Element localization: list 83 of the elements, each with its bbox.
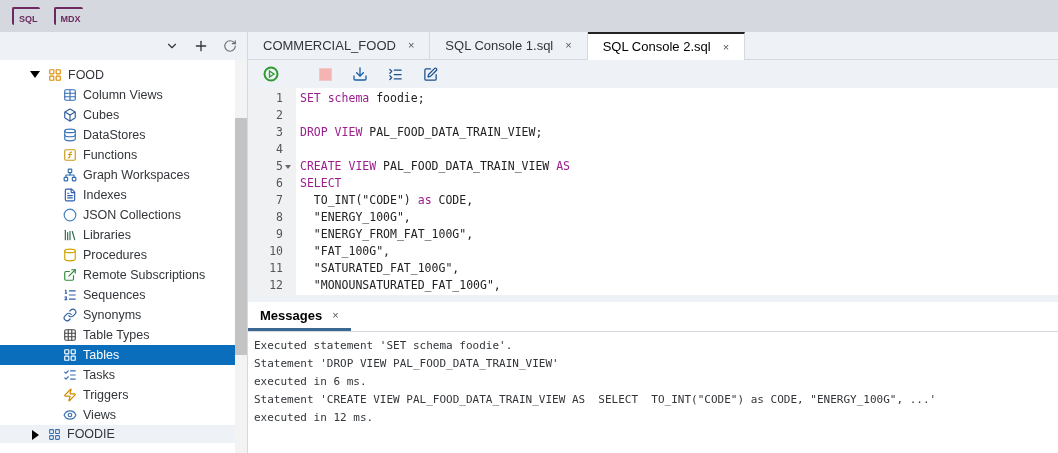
- tree-item[interactable]: Indexes: [0, 185, 235, 205]
- code-line: SET schema foodie;: [300, 89, 425, 107]
- code-line: DROP VIEW PAL_FOOD_DATA_TRAIN_VIEW;: [300, 123, 543, 141]
- code-line: CREATE VIEW PAL_FOOD_DATA_TRAIN_VIEW AS: [300, 157, 571, 175]
- code-line: "MONOUNSATURATED_FAT_100G",: [312, 276, 501, 294]
- tree-item[interactable]: FOODIE: [0, 425, 235, 443]
- line-number: 7: [276, 191, 283, 209]
- trigger-icon: [63, 388, 77, 402]
- tabletype-icon: [63, 328, 77, 342]
- close-icon[interactable]: ×: [565, 37, 572, 54]
- message-line: Statement 'DROP VIEW PAL_FOOD_DATA_TRAIN_VIEW': [254, 356, 560, 372]
- fold-caret-icon[interactable]: [285, 164, 291, 169]
- tree-item[interactable]: Sequences: [0, 285, 235, 305]
- line-number: 9: [276, 225, 283, 243]
- code-line: "ENERGY_100G",: [312, 208, 411, 226]
- synonym-icon: [63, 308, 77, 322]
- code-line: "ENERGY_FROM_FAT_100G",: [312, 225, 474, 243]
- editor-tab[interactable]: SQL Console 2.sql ×: [587, 32, 746, 60]
- schema-icon: [48, 427, 61, 441]
- tree-item[interactable]: Remote Subscriptions: [0, 265, 235, 285]
- tree-item[interactable]: JSON Collections: [0, 205, 235, 225]
- code-line: "SATURATED_FAT_100G",: [312, 259, 460, 277]
- scrollbar[interactable]: [235, 60, 247, 453]
- tree-item[interactable]: DataStores: [0, 125, 235, 145]
- cube-icon: [63, 108, 77, 122]
- remote-icon: [63, 268, 77, 282]
- tree-item[interactable]: Table Types: [0, 325, 235, 345]
- close-icon[interactable]: ×: [722, 38, 730, 56]
- tree-item[interactable]: Column Views: [0, 85, 235, 105]
- graph-icon: [63, 168, 77, 182]
- tree-item[interactable]: Tables: [0, 345, 235, 365]
- refresh-icon[interactable]: [223, 39, 237, 53]
- tree-item[interactable]: Functions: [0, 145, 235, 165]
- message-line: executed in 6 ms.: [254, 374, 368, 390]
- line-number: 2: [276, 106, 283, 124]
- tree-item[interactable]: Tasks: [0, 365, 235, 385]
- library-icon: [63, 228, 77, 242]
- line-number: 6: [276, 174, 283, 192]
- datastore-icon: [63, 128, 77, 142]
- line-number: 1: [276, 89, 283, 107]
- run-icon[interactable]: [263, 66, 279, 82]
- index-icon: [63, 188, 77, 202]
- tree-item[interactable]: Synonyms: [0, 305, 235, 325]
- line-number: 4: [276, 140, 283, 158]
- tree-item[interactable]: Libraries: [0, 225, 235, 245]
- message-line: Executed statement 'SET schema foodie'.: [254, 338, 514, 354]
- console-button[interactable]: SQL: [12, 7, 40, 25]
- line-number: 5: [276, 157, 283, 175]
- procedure-icon: [63, 248, 77, 262]
- sequence-icon: [63, 288, 77, 302]
- message-line: Statement 'CREATE VIEW PAL_FOOD_DATA_TRAIN_VIEW AS SELECT TO_INT("CODE") as CODE, "ENERGY_100G", ...': [254, 392, 938, 408]
- edit-icon[interactable]: [423, 66, 438, 82]
- editor-tab[interactable]: SQL Console 1.sql ×: [430, 32, 588, 59]
- code-line: TO_INT("CODE") as CODE,: [312, 191, 474, 209]
- tree-item[interactable]: FOOD: [0, 65, 235, 85]
- schema-icon: [48, 68, 62, 82]
- close-icon[interactable]: ×: [407, 37, 415, 54]
- line-number: 8: [276, 208, 283, 226]
- console-button[interactable]: MDX: [53, 7, 83, 25]
- columnview-icon: [63, 88, 77, 102]
- tree-item[interactable]: Graph Workspaces: [0, 165, 235, 185]
- line-number: 11: [269, 259, 283, 277]
- table-icon: [63, 348, 77, 362]
- function-icon: [63, 148, 77, 162]
- editor-tab[interactable]: COMMERCIAL_FOOD ×: [248, 32, 431, 59]
- messages-tab[interactable]: Messages ×: [248, 303, 351, 331]
- format-icon[interactable]: [388, 66, 403, 82]
- task-icon: [63, 368, 77, 382]
- download-icon[interactable]: [352, 66, 368, 82]
- view-icon: [63, 408, 77, 422]
- tree-item[interactable]: Procedures: [0, 245, 235, 265]
- add-icon[interactable]: [193, 38, 209, 54]
- close-icon[interactable]: ×: [332, 307, 339, 324]
- json-icon: [63, 208, 77, 222]
- tree-item[interactable]: Triggers: [0, 385, 235, 405]
- line-number: 12: [269, 276, 283, 294]
- message-line: executed in 12 ms.: [254, 410, 375, 426]
- line-number: 10: [269, 242, 283, 260]
- line-number: 3: [276, 123, 283, 141]
- code-line: SELECT: [300, 174, 342, 192]
- code-line: "FAT_100G",: [312, 242, 390, 260]
- tree-item[interactable]: Views: [0, 405, 235, 425]
- tree-item[interactable]: Cubes: [0, 105, 235, 125]
